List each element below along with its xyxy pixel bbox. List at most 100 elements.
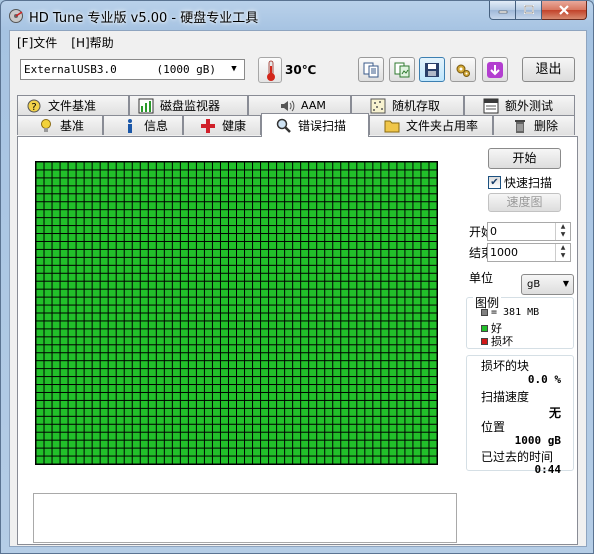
scan-block <box>204 249 212 257</box>
scan-block <box>237 241 245 249</box>
scan-block <box>285 329 293 337</box>
menu-help[interactable]: [H]帮助 <box>64 31 120 51</box>
scan-block <box>245 273 253 281</box>
chevron-down-icon: ▼ <box>231 64 237 74</box>
tab-aam[interactable]: AAM <box>248 95 351 115</box>
scan-block <box>196 297 204 305</box>
scan-block <box>413 234 421 241</box>
scan-block <box>357 408 365 416</box>
maximize-button[interactable] <box>516 1 542 20</box>
scan-block <box>36 273 44 281</box>
scan-block <box>132 305 140 313</box>
exit-button[interactable]: 退出 <box>522 57 575 82</box>
scan-block <box>204 257 212 265</box>
scan-block <box>44 408 52 416</box>
tab-extra-tests[interactable]: 额外测试 <box>464 95 575 115</box>
menu-file[interactable]: [F]文件 <box>10 31 64 51</box>
scan-block <box>116 392 124 400</box>
scan-block <box>172 313 180 321</box>
scan-block <box>293 377 301 385</box>
tab-benchmark[interactable]: 基准 <box>17 115 103 135</box>
scan-block <box>76 392 84 400</box>
scan-block <box>140 385 148 392</box>
scan-block <box>108 440 116 448</box>
scan-block <box>228 313 236 321</box>
scan-block <box>349 392 357 400</box>
scan-block <box>108 385 116 392</box>
tab-erase[interactable]: 删除 <box>493 115 575 135</box>
scan-block <box>52 226 60 234</box>
quick-scan-checkbox[interactable]: ✔ 快速扫描 <box>488 174 552 191</box>
scan-block <box>100 265 108 273</box>
scan-block <box>156 210 164 218</box>
end-input[interactable]: 1000 ▲ ▼ <box>487 243 571 262</box>
scan-block <box>196 416 204 424</box>
scan-block <box>349 226 357 234</box>
copy-screenshot-button[interactable] <box>389 57 415 82</box>
tab-folder-usage[interactable]: 文件夹占用率 <box>369 115 493 135</box>
scan-block <box>44 162 52 170</box>
scan-block <box>373 234 381 241</box>
scan-block <box>245 194 253 202</box>
title-bar[interactable]: HD Tune 专业版 v5.00 - 硬盘专业工具 <box>1 1 593 29</box>
scan-block <box>204 377 212 385</box>
scan-block <box>204 281 212 289</box>
start-input[interactable]: 0 ▲ ▼ <box>487 222 571 241</box>
unit-select[interactable]: gB ▼ <box>521 274 574 295</box>
start-scan-button[interactable]: 开始 <box>488 148 561 169</box>
copy-text-button[interactable] <box>358 57 384 82</box>
tab-info[interactable]: 信息 <box>103 115 183 135</box>
scan-block <box>156 273 164 281</box>
scan-block <box>413 241 421 249</box>
scan-block <box>277 440 285 448</box>
scan-block <box>220 218 228 226</box>
thermometer-icon[interactable] <box>258 57 282 83</box>
scan-block <box>220 297 228 305</box>
scan-block <box>261 313 269 321</box>
scan-block <box>237 353 245 361</box>
download-button[interactable] <box>482 57 508 82</box>
save-button[interactable] <box>419 57 445 82</box>
scan-block <box>228 345 236 353</box>
speed-map-button[interactable]: 速度图 <box>488 193 561 212</box>
scan-block <box>228 202 236 210</box>
scan-block <box>44 353 52 361</box>
tab-disk-monitor[interactable]: 磁盘监视器 <box>129 95 248 115</box>
scan-block <box>381 226 389 234</box>
scan-block <box>365 273 373 281</box>
scan-block <box>204 369 212 377</box>
scan-block <box>245 448 253 456</box>
tab-file-benchmark[interactable]: ? 文件基准 <box>17 95 129 115</box>
scan-block <box>429 273 437 281</box>
end-spinner[interactable]: ▲ ▼ <box>555 244 570 261</box>
drive-select[interactable]: ExternalUSB3.0 (1000 gB) ▼ <box>20 59 245 80</box>
scan-block <box>84 408 92 416</box>
scan-block <box>357 313 365 321</box>
scan-block <box>413 424 421 432</box>
tab-health[interactable]: 健康 <box>183 115 261 135</box>
close-button[interactable] <box>542 1 587 20</box>
scan-block <box>253 353 261 361</box>
start-spinner[interactable]: ▲ ▼ <box>555 223 570 240</box>
scan-block <box>228 289 236 297</box>
scan-block <box>36 234 44 241</box>
scan-block <box>140 424 148 432</box>
log-area[interactable] <box>33 493 457 543</box>
scan-block <box>333 162 341 170</box>
scan-block <box>164 369 172 377</box>
tab-error-scan[interactable]: 错误扫描 <box>261 113 369 137</box>
scan-block <box>140 416 148 424</box>
options-button[interactable] <box>450 57 476 82</box>
minimize-button[interactable] <box>489 1 516 20</box>
scan-block <box>124 392 132 400</box>
scan-block <box>68 281 76 289</box>
scan-block <box>269 218 277 226</box>
scan-block <box>349 440 357 448</box>
scan-block <box>341 249 349 257</box>
scan-block <box>60 345 68 353</box>
scan-block <box>253 234 261 241</box>
scan-block <box>317 337 325 345</box>
scan-block <box>84 448 92 456</box>
tab-random-access[interactable]: 随机存取 <box>351 95 464 115</box>
scan-block <box>269 265 277 273</box>
